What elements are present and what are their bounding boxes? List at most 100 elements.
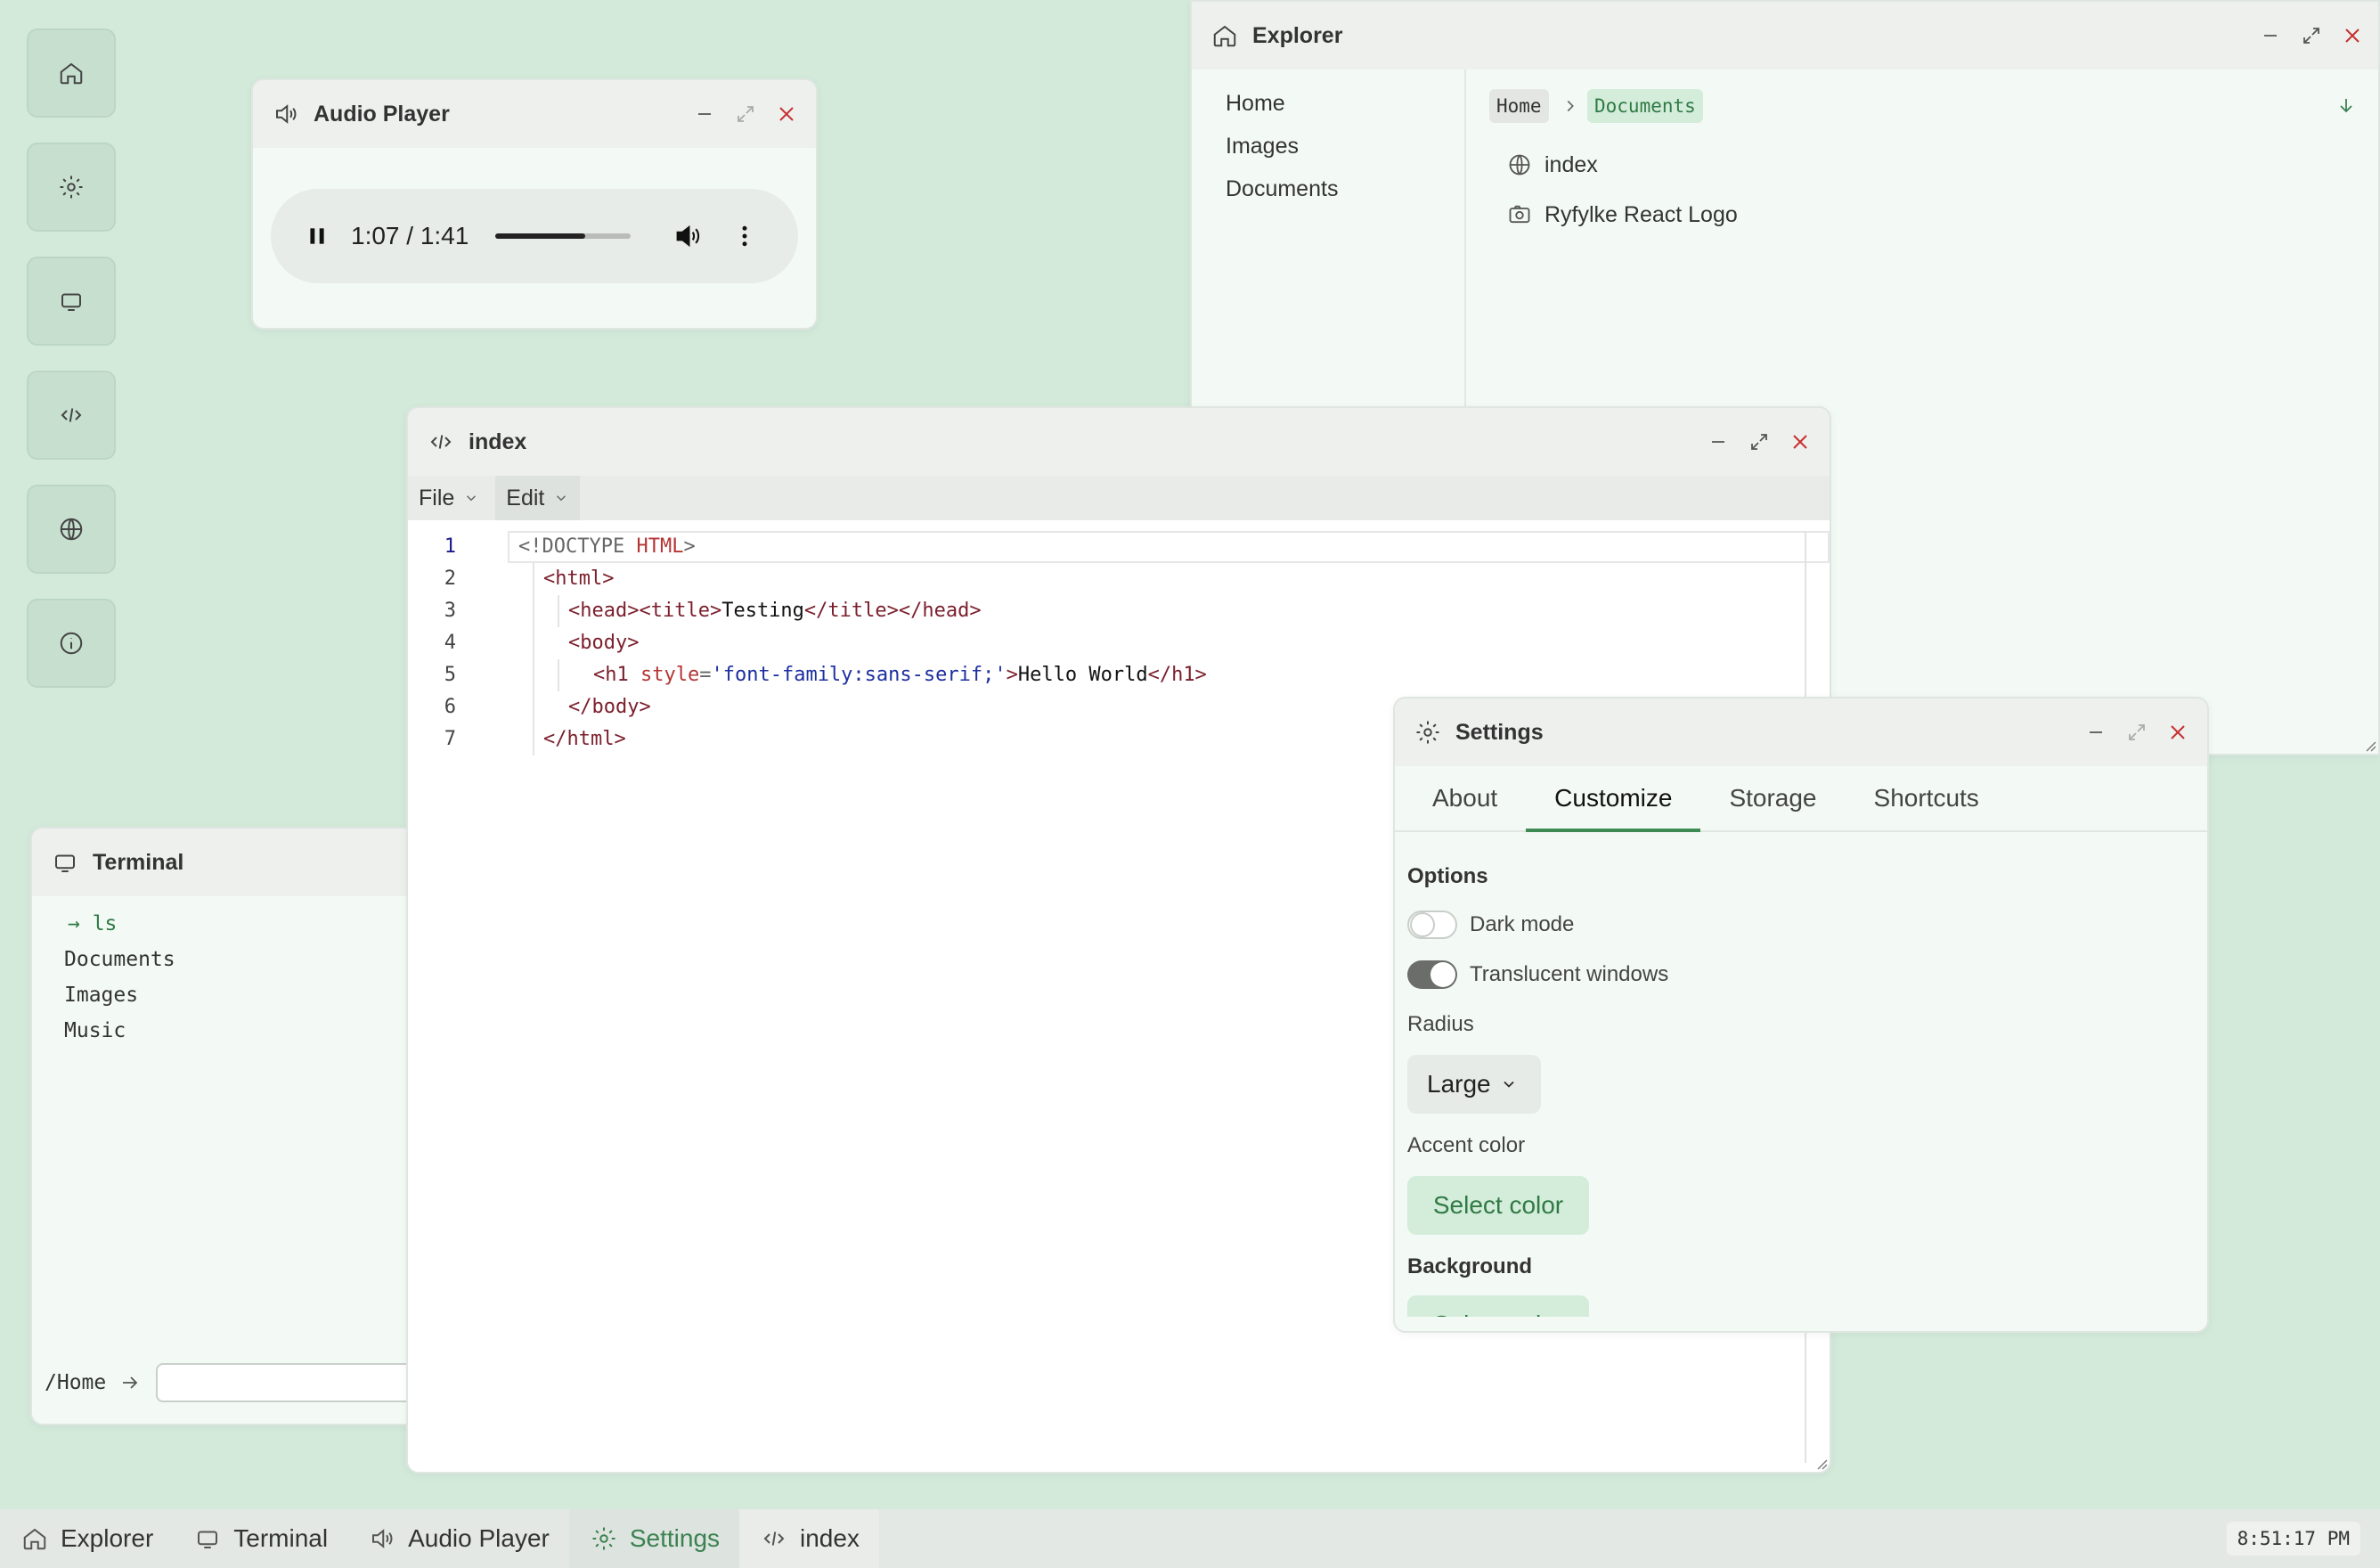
progress-fill xyxy=(495,233,585,239)
menu-label: Edit xyxy=(506,485,545,510)
window-title: Explorer xyxy=(1252,22,1343,48)
chevron-down-icon xyxy=(553,490,569,506)
options-heading: Options xyxy=(1407,864,1488,888)
close-button[interactable] xyxy=(766,94,807,135)
maximize-button[interactable] xyxy=(725,94,766,135)
dark-mode-toggle[interactable] xyxy=(1407,911,1457,939)
token: </h1> xyxy=(1147,664,1207,686)
window-title: index xyxy=(469,429,527,454)
background-heading: Background xyxy=(1407,1254,1533,1278)
menu-file[interactable]: File xyxy=(408,476,490,520)
sort-down-icon[interactable] xyxy=(2332,91,2360,119)
taskbar-item-index[interactable]: index xyxy=(739,1509,879,1568)
minimize-button[interactable] xyxy=(2075,712,2116,753)
window-controls xyxy=(2250,2,2373,69)
taskbar-label: Settings xyxy=(629,1524,721,1552)
window-controls xyxy=(2075,698,2198,766)
code-line-1: <!DOCTYPE HTML> xyxy=(518,531,696,563)
editor-titlebar[interactable]: index xyxy=(408,408,1830,476)
prompt-path: /Home xyxy=(45,1371,107,1394)
close-button[interactable] xyxy=(2332,15,2373,56)
pause-icon[interactable] xyxy=(303,222,331,250)
token: <h1 xyxy=(593,664,629,686)
breadcrumb-home[interactable]: Home xyxy=(1489,89,1549,123)
token: 'font-family:sans-serif;' xyxy=(711,664,1007,686)
indent-guide xyxy=(558,595,559,627)
select-background-color-button[interactable]: Select color xyxy=(1407,1295,1589,1317)
maximize-button[interactable] xyxy=(1739,421,1780,462)
taskbar-item-audio-player[interactable]: Audio Player xyxy=(347,1509,569,1568)
line-number: 6 xyxy=(444,696,456,718)
sidebar-item-images[interactable]: Images xyxy=(1192,125,1464,167)
file-item-index[interactable]: index xyxy=(1505,143,1598,187)
chevron-down-icon xyxy=(1500,1075,1518,1093)
radius-value: Large xyxy=(1427,1070,1491,1098)
settings-tabs: About Customize Storage Shortcuts xyxy=(1395,766,2207,832)
tab-shortcuts[interactable]: Shortcuts xyxy=(1846,766,2008,830)
desktop-info-button[interactable] xyxy=(27,599,116,688)
toggle-knob xyxy=(1430,962,1455,987)
code-icon xyxy=(759,1523,789,1554)
minimize-button[interactable] xyxy=(1698,421,1739,462)
minimize-button[interactable] xyxy=(2250,15,2291,56)
desktop-browser-button[interactable] xyxy=(27,485,116,574)
breadcrumb-documents[interactable]: Documents xyxy=(1587,89,1703,123)
gear-icon xyxy=(589,1523,619,1554)
taskbar-label: index xyxy=(800,1524,860,1552)
line-gutter: 1 2 3 4 5 6 7 xyxy=(408,531,472,755)
taskbar-item-terminal[interactable]: Terminal xyxy=(173,1509,347,1568)
token: <title> xyxy=(639,600,722,622)
tab-customize[interactable]: Customize xyxy=(1526,766,1701,832)
globe-icon xyxy=(1505,151,1534,179)
more-vertical-icon[interactable] xyxy=(727,218,762,254)
desktop-terminal-button[interactable] xyxy=(27,257,116,346)
clock: 8:51:17 PM xyxy=(2226,1522,2360,1556)
radius-select[interactable]: Large xyxy=(1407,1055,1541,1114)
menu-edit[interactable]: Edit xyxy=(495,476,581,520)
terminal-prompt: /Home xyxy=(45,1363,424,1402)
translucent-windows-toggle[interactable] xyxy=(1407,960,1457,989)
maximize-button[interactable] xyxy=(2291,15,2332,56)
resize-handle[interactable] xyxy=(1812,1454,1830,1472)
select-accent-color-button[interactable]: Select color xyxy=(1407,1176,1589,1235)
taskbar-item-explorer[interactable]: Explorer xyxy=(0,1509,173,1568)
home-icon xyxy=(1210,20,1240,51)
arrow-right-icon xyxy=(117,1369,143,1396)
explorer-titlebar[interactable]: Explorer xyxy=(1192,2,2378,69)
close-button[interactable] xyxy=(1780,421,1821,462)
monitor-icon xyxy=(50,847,80,878)
token: style xyxy=(640,664,700,686)
arrow-right-icon: → xyxy=(68,912,93,935)
gear-icon xyxy=(58,174,85,200)
accent-color-label: Accent color xyxy=(1407,1133,1526,1157)
desktop-home-button[interactable] xyxy=(27,29,116,118)
code-line-2: <html> xyxy=(543,563,614,595)
code-icon xyxy=(58,402,85,429)
sidebar-item-documents[interactable]: Documents xyxy=(1192,167,1464,210)
dark-mode-label: Dark mode xyxy=(1470,912,1575,936)
translucent-windows-label: Translucent windows xyxy=(1470,962,1669,986)
token: </head> xyxy=(898,600,982,622)
maximize-button[interactable] xyxy=(2116,712,2157,753)
taskbar-item-settings[interactable]: Settings xyxy=(568,1509,740,1568)
taskbar-label: Terminal xyxy=(233,1524,329,1552)
token: = xyxy=(699,664,712,686)
minimize-button[interactable] xyxy=(684,94,725,135)
token: </html> xyxy=(543,728,626,750)
file-item-logo[interactable]: Ryfylke React Logo xyxy=(1505,192,1738,237)
globe-icon xyxy=(58,516,85,543)
tab-about[interactable]: About xyxy=(1404,766,1526,830)
desktop-code-button[interactable] xyxy=(27,371,116,460)
desktop-settings-button[interactable] xyxy=(27,143,116,232)
volume-icon[interactable] xyxy=(670,218,705,254)
tab-storage[interactable]: Storage xyxy=(1700,766,1845,830)
terminal-output-line: Music xyxy=(64,1019,126,1042)
terminal-input[interactable] xyxy=(156,1363,424,1402)
progress-slider[interactable] xyxy=(495,233,632,239)
scroll-clip: Select color xyxy=(1395,1295,2207,1317)
file-item-label: index xyxy=(1545,151,1598,177)
resize-handle[interactable] xyxy=(2360,736,2378,754)
close-button[interactable] xyxy=(2157,712,2198,753)
sidebar-item-home[interactable]: Home xyxy=(1192,82,1464,125)
terminal-command: ls xyxy=(92,912,118,935)
